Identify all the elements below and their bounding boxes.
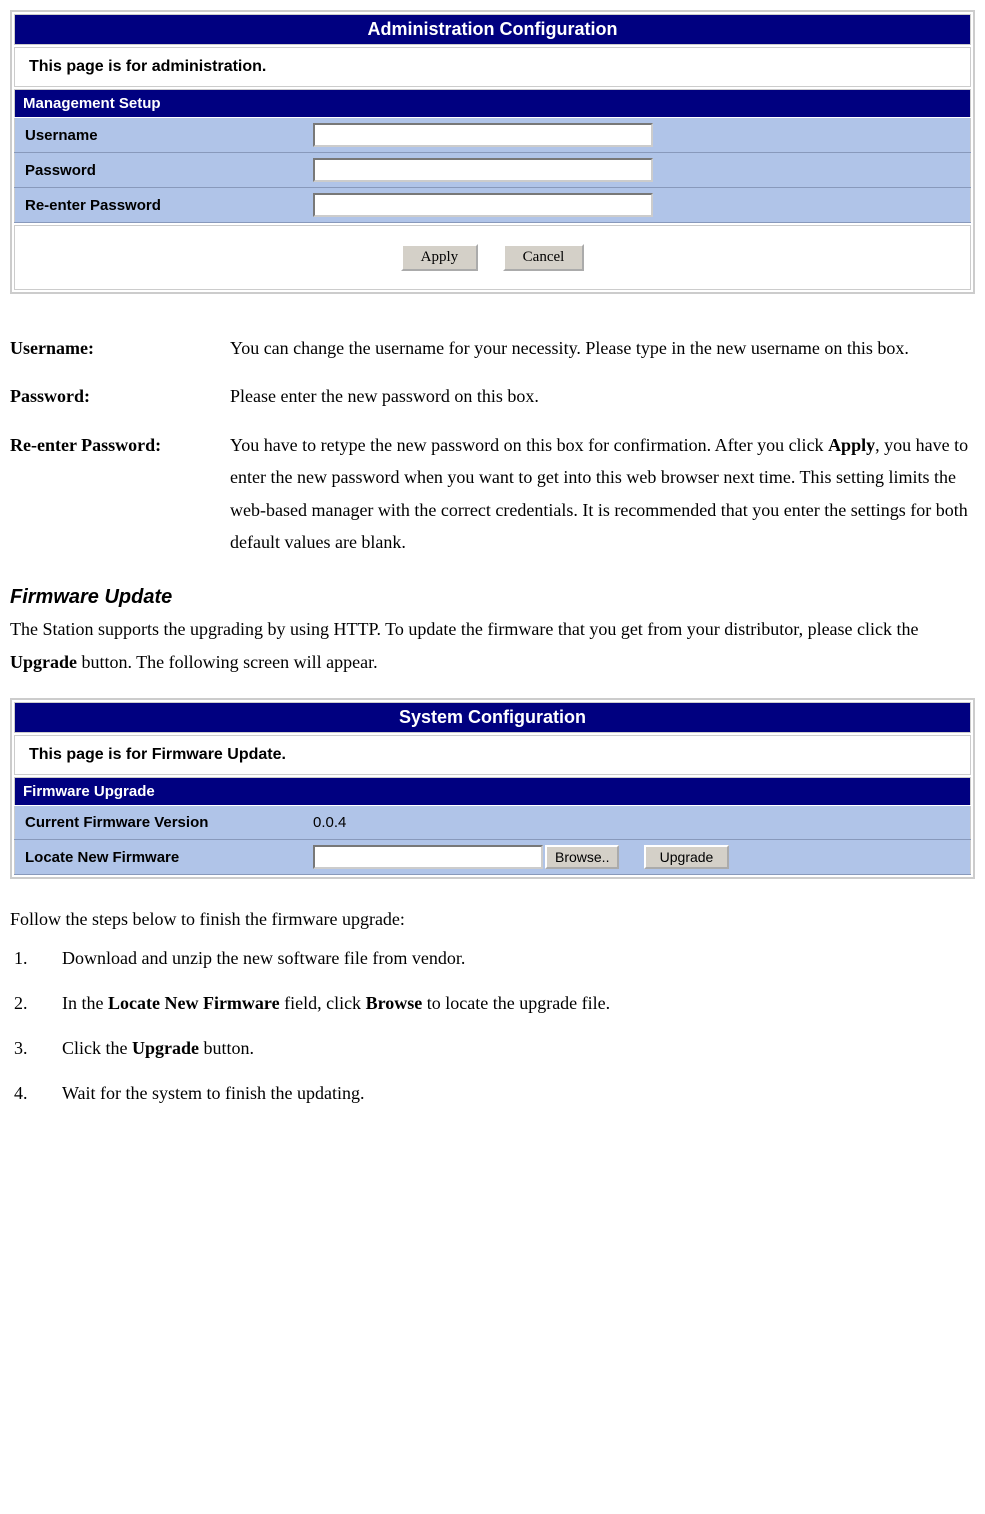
def-reenter-label: Re-enter Password: <box>10 421 230 567</box>
reenter-input[interactable] <box>313 193 653 217</box>
reenter-label: Re-enter Password <box>15 188 306 223</box>
apply-button[interactable]: Apply <box>401 244 479 271</box>
step-3: Click the Upgrade button. <box>32 1034 975 1063</box>
steps-list: Download and unzip the new software file… <box>10 944 975 1107</box>
firmware-path-input[interactable] <box>313 845 543 869</box>
admin-panel-subtitle: This page is for administration. <box>14 47 971 87</box>
current-version-label: Current Firmware Version <box>15 806 306 840</box>
reenter-row: Re-enter Password <box>15 188 971 223</box>
definitions-table: Username: You can change the username fo… <box>10 324 975 566</box>
step-2-bold2: Browse <box>366 993 423 1013</box>
def-username-text: You can change the username for your nec… <box>230 324 975 372</box>
step-2-after: to locate the upgrade file. <box>422 993 610 1013</box>
current-version-row: Current Firmware Version 0.0.4 <box>15 806 971 840</box>
admin-button-row: Apply Cancel <box>14 225 971 290</box>
firmware-upgrade-table: Firmware Upgrade Current Firmware Versio… <box>14 777 971 875</box>
step-2: In the Locate New Firmware field, click … <box>32 989 975 1018</box>
system-config-panel: System Configuration This page is for Fi… <box>10 698 975 879</box>
upgrade-button[interactable]: Upgrade <box>644 845 730 869</box>
management-setup-table: Management Setup Username Password Re-en… <box>14 89 971 223</box>
browse-button[interactable]: Browse.. <box>545 845 619 869</box>
locate-firmware-row: Locate New Firmware Browse.. Upgrade <box>15 840 971 875</box>
firmware-update-heading: Firmware Update <box>10 586 975 609</box>
cancel-button[interactable]: Cancel <box>503 244 585 271</box>
def-reenter-before: You have to retype the new password on t… <box>230 435 828 455</box>
firmware-intro-before: The Station supports the upgrading by us… <box>10 619 919 639</box>
step-3-after: button. <box>199 1038 254 1058</box>
username-label: Username <box>15 118 306 153</box>
password-label: Password <box>15 153 306 188</box>
def-password-text: Please enter the new password on this bo… <box>230 372 975 420</box>
step-4: Wait for the system to finish the updati… <box>32 1079 975 1108</box>
firmware-intro-after: button. The following screen will appear… <box>77 652 378 672</box>
step-2-mid: field, click <box>280 993 366 1013</box>
firmware-intro: The Station supports the upgrading by us… <box>10 613 975 678</box>
username-row: Username <box>15 118 971 153</box>
firmware-upgrade-header: Firmware Upgrade <box>15 778 971 806</box>
step-2-bold1: Locate New Firmware <box>108 993 280 1013</box>
password-row: Password <box>15 153 971 188</box>
step-3-before: Click the <box>62 1038 132 1058</box>
steps-intro: Follow the steps below to finish the fir… <box>10 909 975 930</box>
step-2-before: In the <box>62 993 108 1013</box>
def-reenter-bold: Apply <box>828 435 875 455</box>
def-password-label: Password: <box>10 372 230 420</box>
def-username-label: Username: <box>10 324 230 372</box>
system-panel-title: System Configuration <box>14 702 971 733</box>
current-version-value: 0.0.4 <box>305 806 971 840</box>
step-3-bold: Upgrade <box>132 1038 199 1058</box>
firmware-intro-bold: Upgrade <box>10 652 77 672</box>
locate-firmware-label: Locate New Firmware <box>15 840 306 875</box>
username-input[interactable] <box>313 123 653 147</box>
def-reenter-text: You have to retype the new password on t… <box>230 421 975 567</box>
admin-panel-title: Administration Configuration <box>14 14 971 45</box>
password-input[interactable] <box>313 158 653 182</box>
step-1: Download and unzip the new software file… <box>32 944 975 973</box>
management-setup-header: Management Setup <box>15 90 971 118</box>
admin-config-panel: Administration Configuration This page i… <box>10 10 975 294</box>
system-panel-subtitle: This page is for Firmware Update. <box>14 735 971 775</box>
